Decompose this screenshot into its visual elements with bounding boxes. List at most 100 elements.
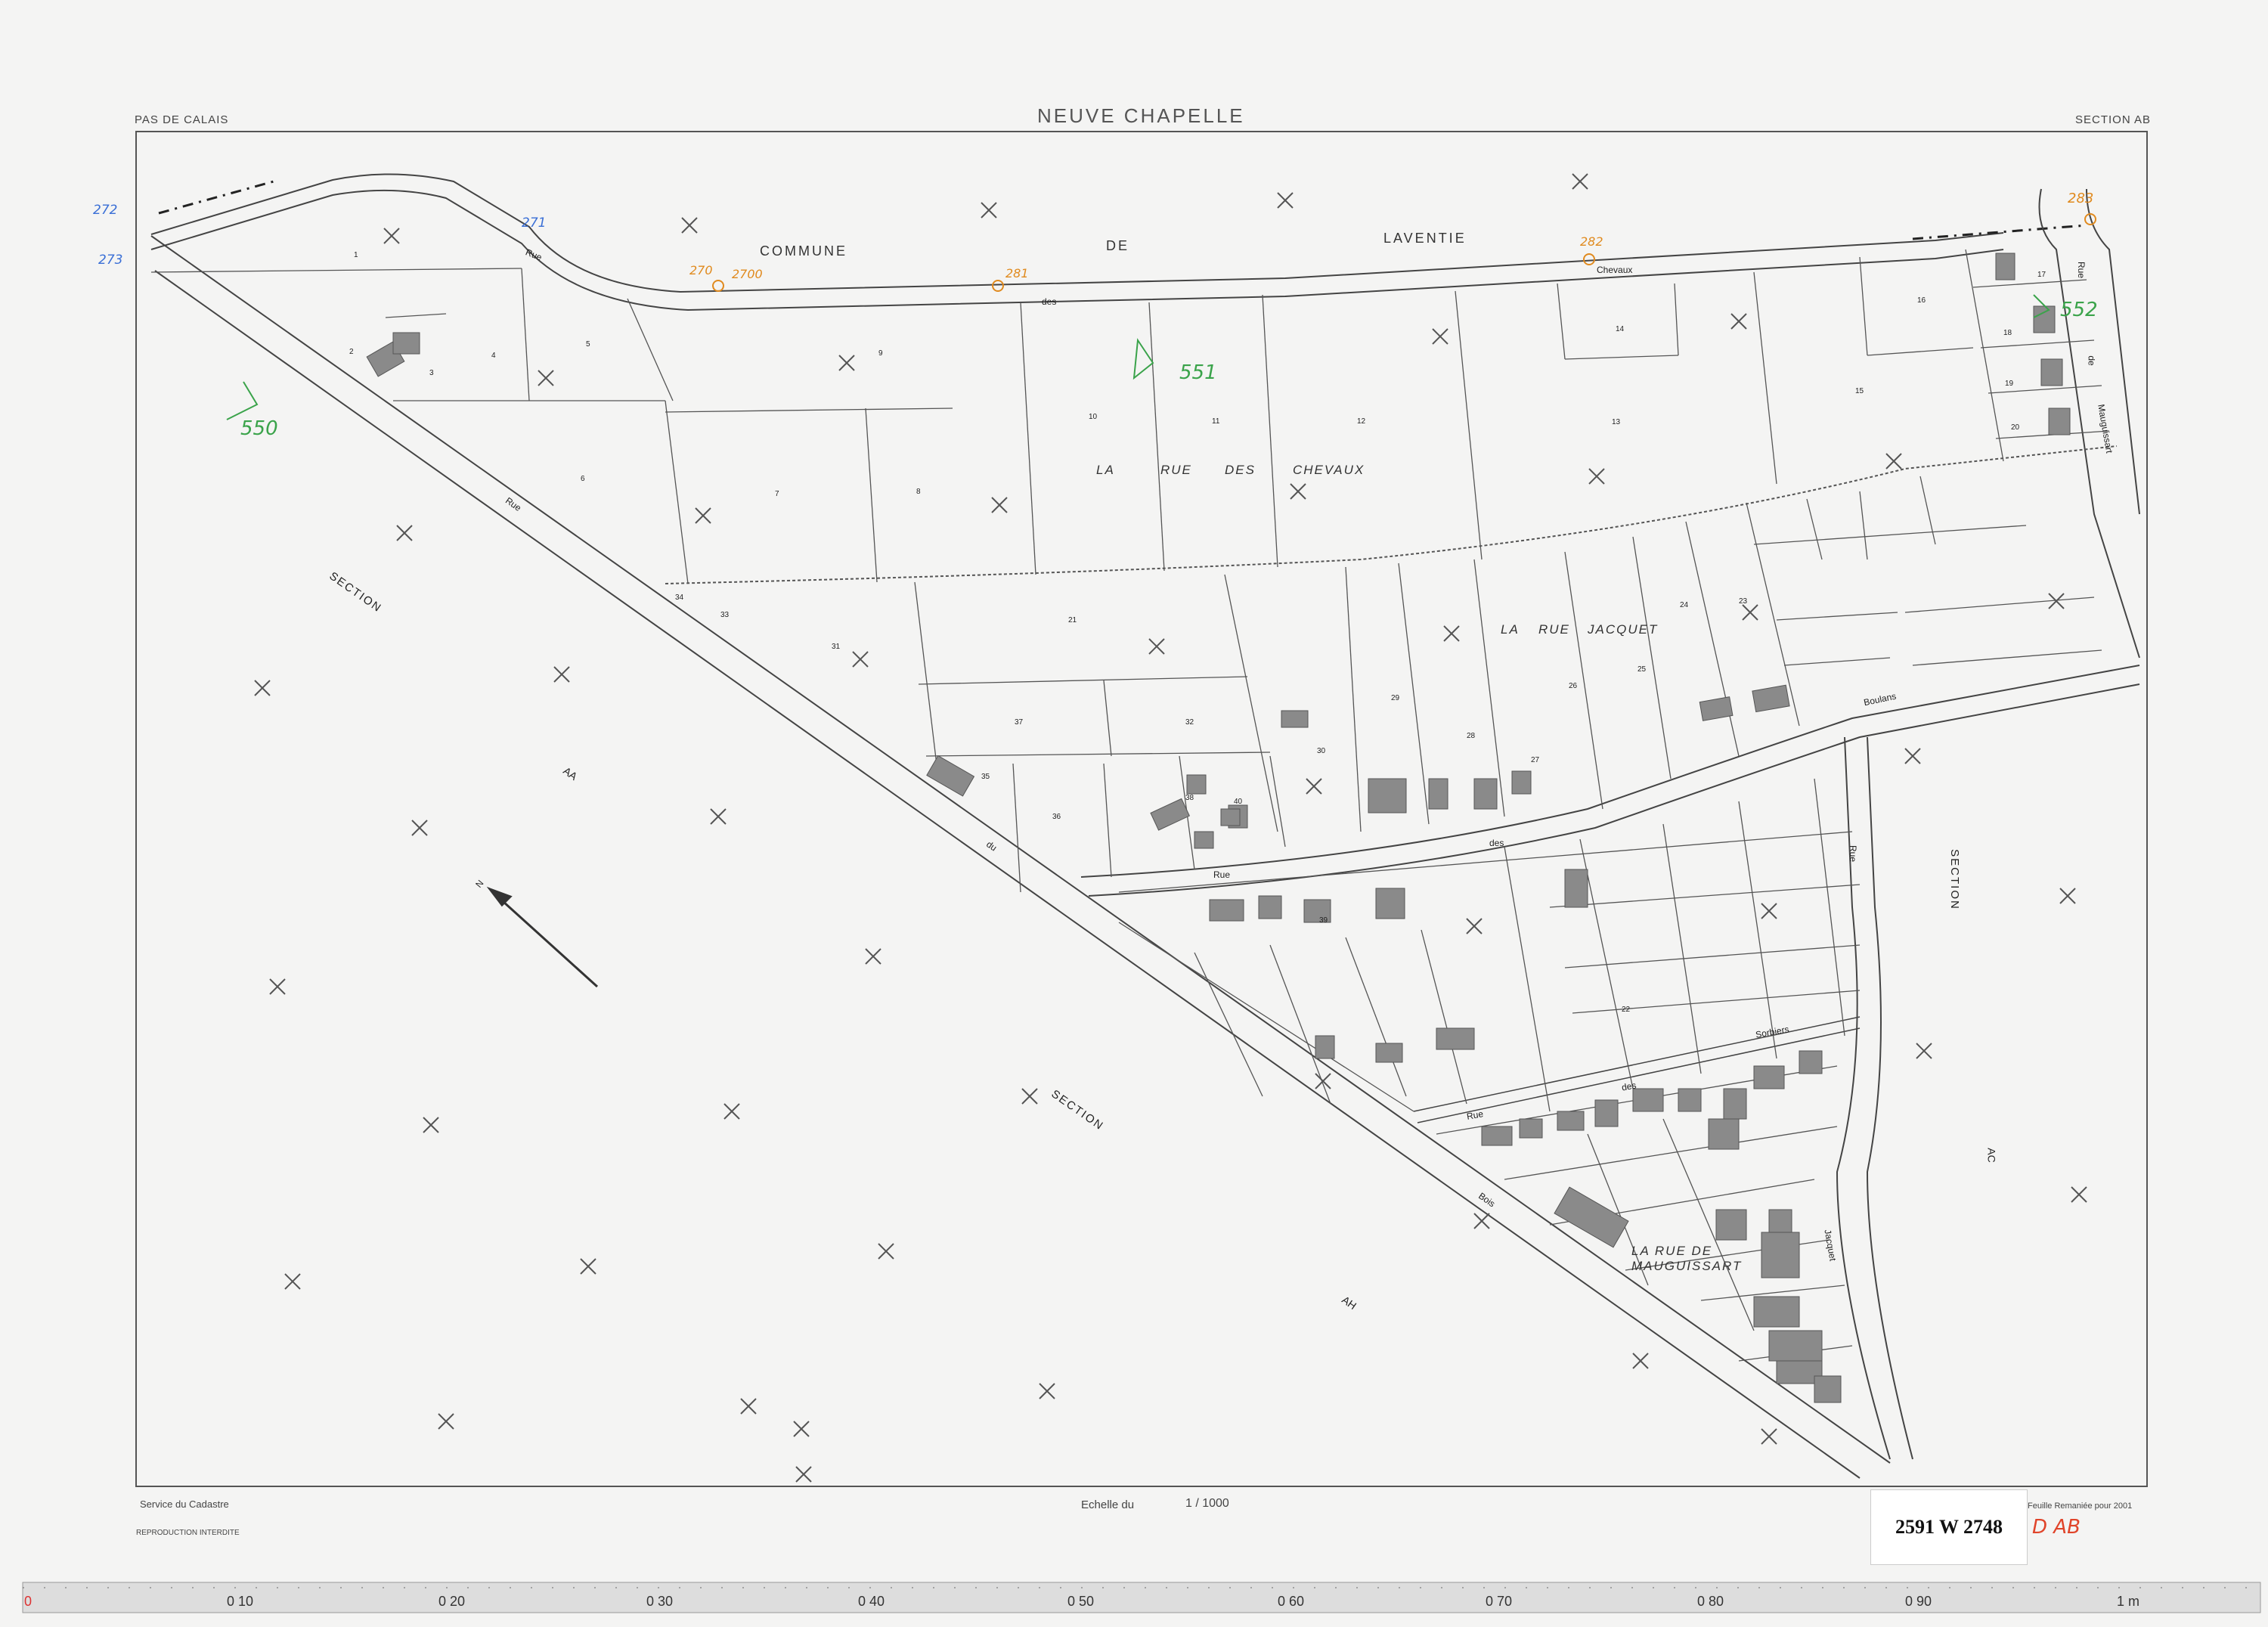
annotation-blue-272: 272 (93, 203, 118, 218)
parcel-number: 16 (1917, 296, 1926, 305)
ruler-mark: 0 10 (227, 1594, 254, 1609)
department-label: PAS DE CALAIS (135, 113, 229, 126)
parcel-number: 40 (1234, 798, 1243, 806)
parcel-number: 8 (916, 488, 921, 496)
annotation-green-552: 552 (2060, 299, 2098, 321)
lieu-jacquet: JACQUET (1588, 622, 1659, 637)
street-rue-mauguissart: Rue (2076, 261, 2087, 279)
parcel-number: 37 (1015, 718, 1024, 727)
parcel-number: 36 (1052, 813, 1061, 821)
grid-cross-marks (254, 173, 2087, 1483)
parcel-number: 9 (878, 349, 883, 358)
parcel-number: 6 (581, 475, 585, 483)
annotation-orange-282: 282 (1580, 234, 1603, 249)
street-chevaux: Chevaux (1597, 265, 1633, 275)
handwritten-marks (226, 213, 2096, 420)
parcel-number: 31 (832, 643, 841, 651)
annotation-blue-273: 273 (98, 253, 123, 268)
parcel-number: 32 (1185, 718, 1194, 727)
commune-boundary-dashes (158, 180, 2087, 240)
road-rue-des-chevaux (150, 173, 2004, 311)
footer-service: Service du Cadastre (140, 1498, 229, 1510)
parcel-number: 10 (1089, 413, 1098, 421)
ruler-mark: 0 60 (1278, 1594, 1305, 1609)
street-rue-mid: Rue (1213, 869, 1231, 880)
street-rue-jacquet-right: Rue (1848, 844, 1859, 863)
parcel-number: 1 (354, 251, 358, 259)
parcel-number: 3 (429, 369, 434, 377)
annotation-green-551: 551 (1179, 361, 1217, 384)
cadastral-map-sheet: PAS DE CALAIS NEUVE CHAPELLE SECTION AB … (0, 0, 2268, 1627)
place-commune: COMMUNE (760, 243, 847, 259)
parcel-number: 28 (1467, 732, 1476, 740)
annotation-orange-283: 283 (2068, 191, 2094, 206)
section-label: SECTION AB (2075, 113, 2152, 126)
ruler-mark: 0 70 (1486, 1594, 1513, 1609)
parcel-number: 12 (1357, 417, 1366, 426)
parcel-boundaries (150, 249, 2110, 1362)
parcel-number: 13 (1612, 418, 1621, 426)
parcel-number: 22 (1622, 1006, 1631, 1014)
road-rue-du-bois (150, 235, 1891, 1479)
road-rue-des-boulans (1080, 665, 2140, 897)
parcel-number: 14 (1616, 325, 1625, 333)
parcel-number: 24 (1680, 601, 1689, 609)
archive-annotation: D AB (2032, 1516, 2081, 1539)
lieu-jacquet-la: LA (1501, 622, 1520, 637)
parcel-number: 20 (2011, 423, 2020, 432)
annotation-orange-281: 281 (1005, 266, 1029, 280)
parcel-number: 19 (2005, 380, 2014, 388)
footer-scale-value: 1 / 1000 (1185, 1497, 1229, 1510)
place-laventie: LAVENTIE (1383, 231, 1467, 246)
parcel-number: 34 (675, 593, 684, 602)
parcel-number: 7 (775, 490, 779, 498)
ruler-mark: 0 (24, 1594, 33, 1609)
parcel-number: 5 (586, 340, 590, 349)
parcel-number: 4 (491, 352, 496, 360)
annotation-orange-270: 270 (689, 263, 713, 277)
street-de-mauguissart: de (2086, 355, 2097, 366)
parcel-number: 2 (349, 348, 354, 356)
lieu-jacquet-rue: RUE (1538, 622, 1570, 637)
ruler-mark: 0 90 (1905, 1594, 1932, 1609)
lieu-chevaux: CHEVAUX (1293, 463, 1365, 477)
parcel-number: 26 (1569, 682, 1578, 690)
parcel-number: 23 (1739, 597, 1748, 606)
parcel-number: 18 (2003, 329, 2012, 337)
footer-reproduction: REPRODUCTION INTERDITE (136, 1529, 240, 1537)
ruler-mark: 1 m (2117, 1594, 2140, 1609)
parcel-number: 30 (1317, 747, 1326, 755)
parcel-number: 17 (2037, 271, 2046, 279)
buildings (366, 253, 2071, 1403)
lieu-rue-de-mauguissart: LA RUE DE MAUGUISSART (1631, 1244, 1743, 1273)
lieu-rue: RUE (1160, 463, 1192, 477)
ruler-mark: 0 30 (646, 1594, 674, 1609)
ruler-mark: 0 80 (1697, 1594, 1724, 1609)
parcel-number: 21 (1068, 616, 1077, 624)
parcel-number: 38 (1185, 794, 1194, 802)
parcel-number: 35 (981, 773, 990, 781)
parcel-number: 39 (1319, 916, 1328, 925)
street-des-mid: des (1489, 838, 1504, 848)
ruler-mark: 0 40 (858, 1594, 885, 1609)
map-canvas (22, 131, 2261, 1613)
parcel-number: 27 (1531, 756, 1540, 764)
parcel-number: 15 (1855, 387, 1864, 395)
parcel-number: 11 (1212, 417, 1220, 426)
section-ac-letters: AC (1985, 1148, 1998, 1163)
annotation-green-550: 550 (240, 417, 278, 440)
archive-reference-stamp: 2591 W 2748 (1870, 1489, 2028, 1565)
ruler-mark: 0 50 (1067, 1594, 1095, 1609)
lieu-des: DES (1225, 463, 1256, 477)
annotation-orange-2700: 2700 (732, 267, 763, 281)
parcel-number: 29 (1391, 694, 1400, 702)
parcel-number: 25 (1637, 665, 1647, 674)
section-ac-word: SECTION (1947, 849, 1961, 910)
street-des-top: des (1042, 296, 1057, 307)
ruler-mark: 0 20 (438, 1594, 466, 1609)
north-arrow (486, 886, 599, 988)
lieu-la: LA (1096, 463, 1115, 477)
parcel-number: 33 (720, 611, 730, 619)
place-de: DE (1106, 238, 1130, 253)
footer-scale-label: Echelle du (1081, 1498, 1135, 1511)
